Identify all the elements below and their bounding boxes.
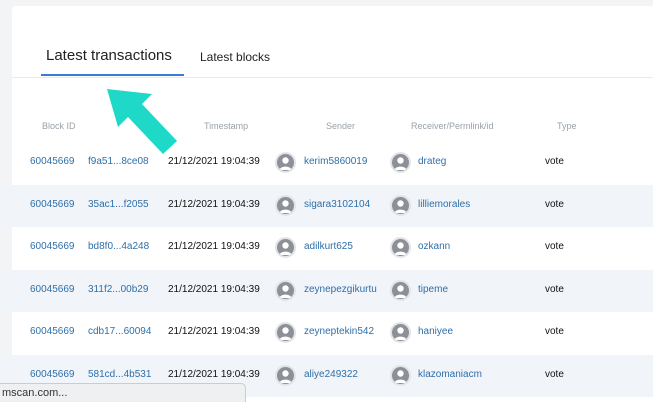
sender-link[interactable]: zeyneptekin542 xyxy=(304,326,374,337)
transaction-hash-link[interactable]: 311f2...00b29 xyxy=(88,284,148,295)
transaction-hash-link[interactable]: cdb17...60094 xyxy=(88,326,151,337)
sender-avatar-icon xyxy=(275,365,296,386)
tab-bar: Latest transactions Latest blocks xyxy=(12,6,653,78)
transaction-hash-link[interactable]: bd8f0...4a248 xyxy=(88,241,149,252)
receiver-avatar-icon xyxy=(390,322,411,343)
block-id-link[interactable]: 60045669 xyxy=(30,199,75,210)
tab-latest-transactions[interactable]: Latest transactions xyxy=(46,47,172,64)
table-row: 60045669 bd8f0...4a248 21/12/2021 19:04:39… xyxy=(0,227,653,269)
timestamp: 21/12/2021 19:04:39 xyxy=(168,369,260,380)
sender-link[interactable]: aliye249322 xyxy=(304,369,358,380)
transaction-type: vote xyxy=(545,326,564,337)
receiver-link[interactable]: klazomaniacm xyxy=(418,369,482,380)
timestamp: 21/12/2021 19:04:39 xyxy=(168,241,260,252)
active-tab-indicator xyxy=(41,74,184,76)
block-id-link[interactable]: 60045669 xyxy=(30,326,75,337)
receiver-avatar-icon xyxy=(390,365,411,386)
block-id-link[interactable]: 60045669 xyxy=(30,156,75,167)
table-row: 60045669 311f2...00b29 21/12/2021 19:04:39… xyxy=(0,270,653,312)
receiver-avatar-icon xyxy=(390,195,411,216)
timestamp: 21/12/2021 19:04:39 xyxy=(168,284,260,295)
receiver-avatar-icon xyxy=(390,237,411,258)
block-id-link[interactable]: 60045669 xyxy=(30,284,75,295)
receiver-link[interactable]: tipeme xyxy=(418,284,448,295)
receiver-link[interactable]: ozkann xyxy=(418,241,450,252)
column-header-type: Type xyxy=(557,121,577,131)
column-header-timestamp: Timestamp xyxy=(204,121,249,131)
table-row: 60045669 cdb17...60094 21/12/2021 19:04:39… xyxy=(0,312,653,354)
column-header-block-id: Block ID xyxy=(42,121,76,131)
sender-link[interactable]: zeynepezgikurtu xyxy=(304,284,377,295)
transaction-type: vote xyxy=(545,241,564,252)
sender-avatar-icon xyxy=(275,195,296,216)
timestamp: 21/12/2021 19:04:39 xyxy=(168,326,260,337)
sender-avatar-icon xyxy=(275,280,296,301)
sender-link[interactable]: adilkurt625 xyxy=(304,241,353,252)
transaction-type: vote xyxy=(545,199,564,210)
block-id-link[interactable]: 60045669 xyxy=(30,241,75,252)
transaction-hash-link[interactable]: 35ac1...f2055 xyxy=(88,199,149,210)
sender-avatar-icon xyxy=(275,237,296,258)
pointer-arrow-icon xyxy=(107,89,177,154)
column-header-receiver: Receiver/Permlink/id xyxy=(411,121,494,131)
transaction-hash-link[interactable]: 581cd...4b531 xyxy=(88,369,151,380)
receiver-link[interactable]: drateg xyxy=(418,156,446,167)
sender-avatar-icon xyxy=(275,152,296,173)
sender-link[interactable]: sigara3102104 xyxy=(304,199,370,210)
receiver-link[interactable]: lilliemorales xyxy=(418,199,470,210)
column-header-sender: Sender xyxy=(326,121,356,131)
sender-avatar-icon xyxy=(275,322,296,343)
timestamp: 21/12/2021 19:04:39 xyxy=(168,199,260,210)
status-bar-url: mscan.com... xyxy=(0,383,246,402)
sender-link[interactable]: kerim5860019 xyxy=(304,156,367,167)
receiver-avatar-icon xyxy=(390,152,411,173)
tab-latest-blocks[interactable]: Latest blocks xyxy=(200,50,270,64)
transaction-type: vote xyxy=(545,369,564,380)
transaction-type: vote xyxy=(545,284,564,295)
receiver-link[interactable]: haniyee xyxy=(418,326,453,337)
receiver-avatar-icon xyxy=(390,280,411,301)
table-row: 60045669 35ac1...f2055 21/12/2021 19:04:39… xyxy=(0,185,653,227)
transaction-type: vote xyxy=(545,156,564,167)
block-id-link[interactable]: 60045669 xyxy=(30,369,75,380)
